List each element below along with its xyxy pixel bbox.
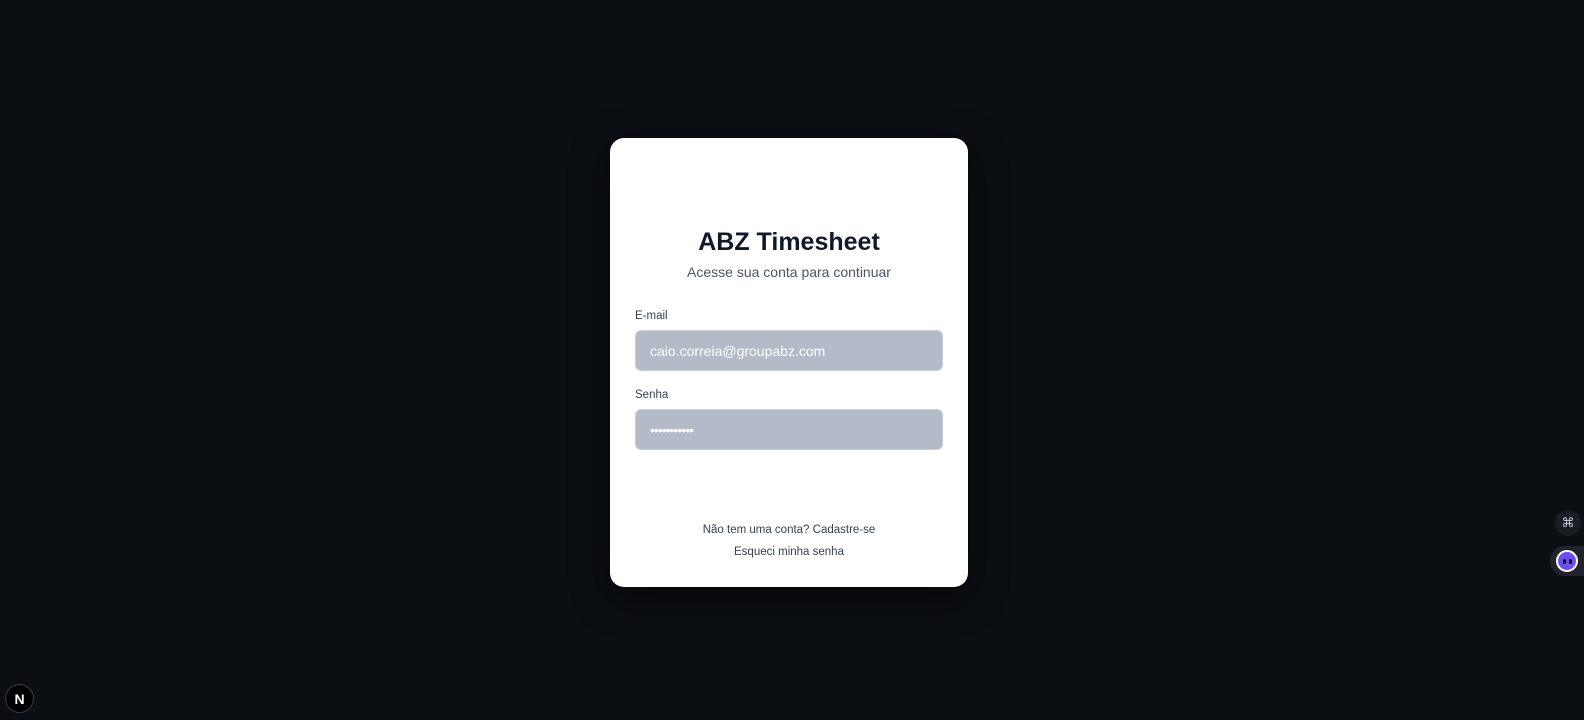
login-card: ABZ Timesheet Acesse sua conta para cont… xyxy=(610,138,968,587)
email-label: E-mail xyxy=(635,310,668,322)
next-dev-badge-icon[interactable]: N xyxy=(5,684,34,713)
forgot-row: Esqueci minha senha xyxy=(610,546,968,558)
password-label: Senha xyxy=(635,389,669,401)
forgot-password-link[interactable]: Esqueci minha senha xyxy=(734,546,844,558)
bot-assistant-button[interactable] xyxy=(1550,546,1584,576)
email-field[interactable]: caio.correia@groupabz.com xyxy=(635,330,943,371)
bot-eye-left xyxy=(1562,558,1566,564)
page-subtitle: Acesse sua conta para continuar xyxy=(687,264,891,280)
command-icon[interactable]: ⌘ xyxy=(1555,510,1581,536)
signup-link[interactable]: Não tem uma conta? Cadastre-se xyxy=(703,524,876,536)
page: ABZ Timesheet Acesse sua conta para cont… xyxy=(0,0,1584,720)
signup-row: Não tem uma conta? Cadastre-se xyxy=(610,524,968,536)
page-title: ABZ Timesheet xyxy=(698,228,880,256)
password-field[interactable]: ••••••••••• xyxy=(635,409,943,450)
bot-assistant-icon xyxy=(1556,550,1578,572)
bot-eye-right xyxy=(1568,558,1572,564)
